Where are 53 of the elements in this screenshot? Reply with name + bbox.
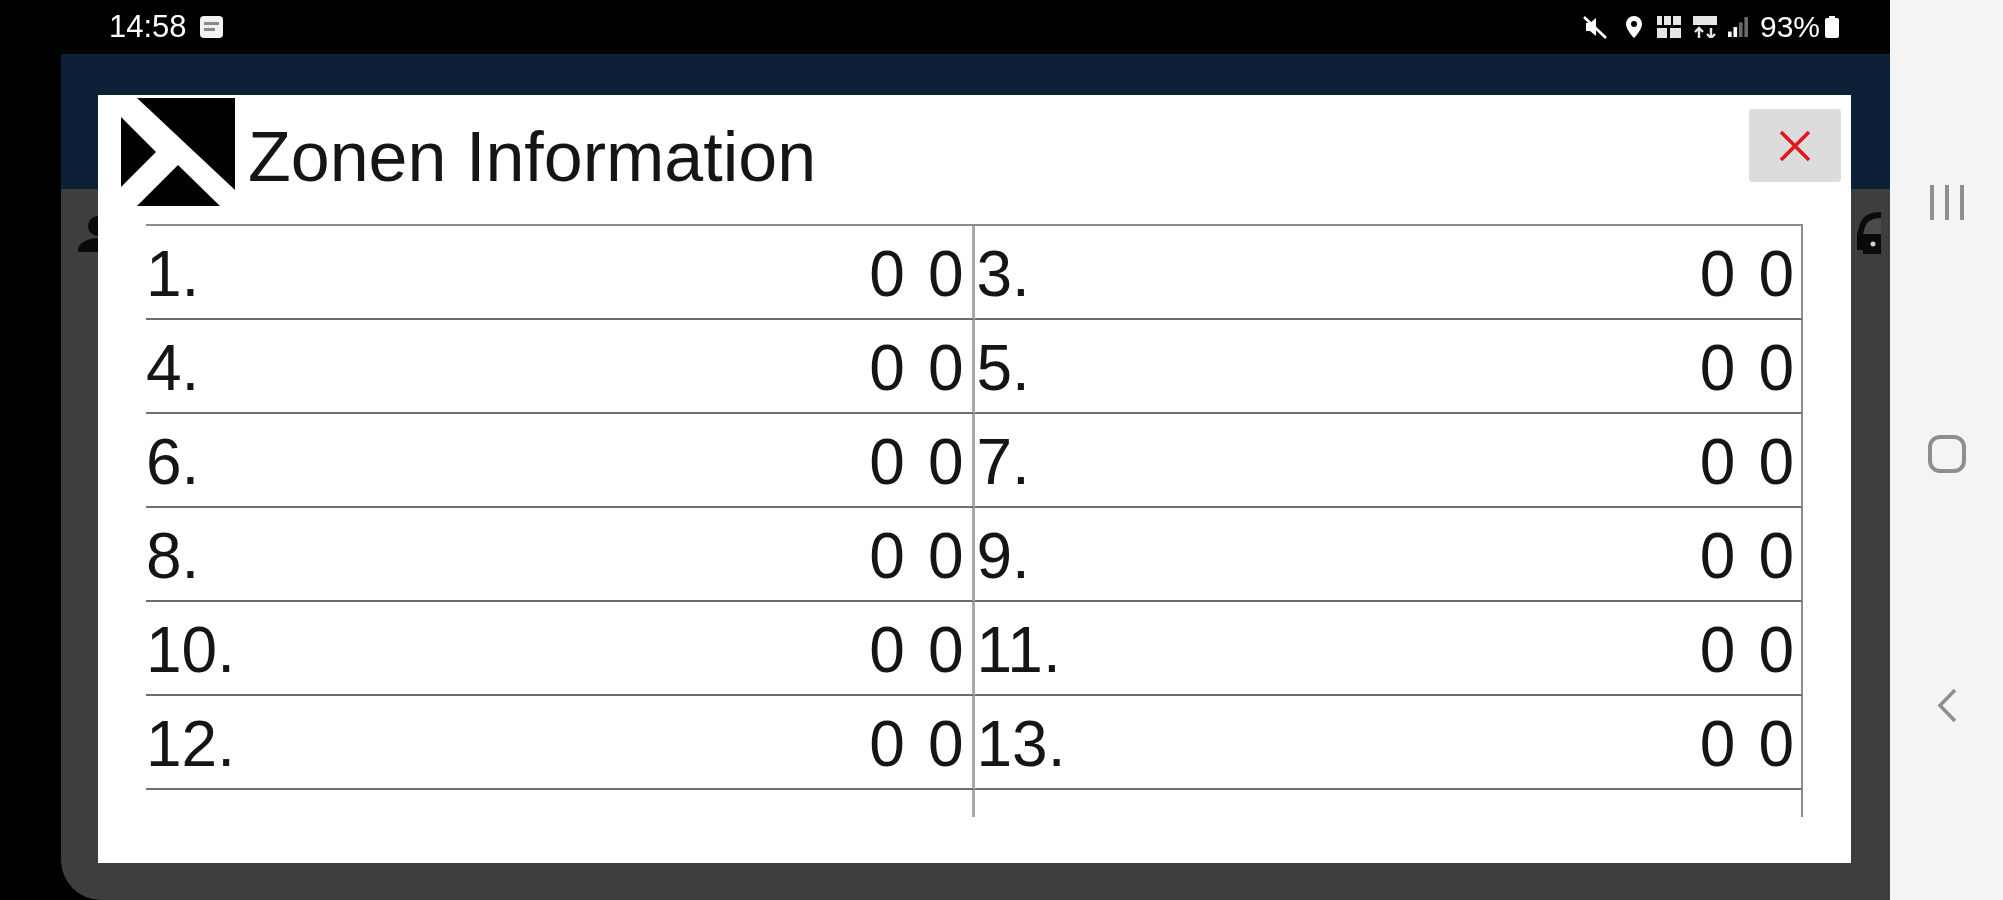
battery-percentage: 93% xyxy=(1759,10,1820,44)
zone-value: 0 xyxy=(1699,425,1736,500)
network-indicator-icon xyxy=(1656,16,1681,38)
zone-value: 0 xyxy=(869,519,905,594)
status-time: 14:58 xyxy=(109,9,187,45)
zone-value: 0 xyxy=(1758,237,1794,312)
zone-value: 0 xyxy=(869,707,905,782)
zone-value: 0 xyxy=(1758,331,1794,406)
zone-number: 5. xyxy=(976,331,1030,406)
zone-value: 0 xyxy=(927,331,964,406)
zone-number: 11. xyxy=(976,613,1061,688)
zone-value: 0 xyxy=(1699,331,1736,406)
zone-number: 13. xyxy=(976,707,1066,782)
zone-number: 10. xyxy=(146,613,235,688)
zone-value: 0 xyxy=(1699,519,1736,594)
zone-value: 0 xyxy=(1699,707,1736,782)
zone-value: 0 xyxy=(869,331,905,406)
zone-value: 0 xyxy=(927,237,964,312)
zone-value: 0 xyxy=(869,613,905,688)
mute-icon xyxy=(1582,15,1607,39)
home-icon[interactable] xyxy=(1927,435,1966,473)
zone-value: 0 xyxy=(1758,519,1794,594)
back-icon[interactable] xyxy=(1936,688,1957,723)
zone-number: 7. xyxy=(976,425,1030,500)
zone-number: 1. xyxy=(146,237,200,312)
zone-value: 0 xyxy=(1758,707,1794,782)
recent-apps-icon[interactable] xyxy=(1928,185,1965,220)
dialog-title: Zonen Information xyxy=(248,117,817,197)
location-icon xyxy=(1625,16,1642,38)
zone-value: 0 xyxy=(1699,613,1736,688)
battery-icon xyxy=(1825,16,1839,38)
car-icon xyxy=(1857,212,1881,254)
zone-number: 9. xyxy=(976,519,1030,594)
zone-value: 0 xyxy=(927,707,964,782)
zone-value: 0 xyxy=(869,425,905,500)
zone-value: 0 xyxy=(869,237,905,312)
close-icon xyxy=(1779,129,1811,162)
close-button[interactable] xyxy=(1749,109,1841,182)
zone-number: 12. xyxy=(146,707,235,782)
zone-value: 0 xyxy=(927,425,964,500)
zone-number: 8. xyxy=(146,519,200,594)
zone-number: 3. xyxy=(976,237,1030,312)
zone-number: 4. xyxy=(146,331,200,406)
zone-value: 0 xyxy=(1699,237,1736,312)
zone-value: 0 xyxy=(1758,613,1794,688)
zone-number: 6. xyxy=(146,425,200,500)
logo-icon xyxy=(121,98,235,206)
data-arrows-icon xyxy=(1692,16,1717,38)
zone-value: 0 xyxy=(927,519,964,594)
signal-icon xyxy=(1727,17,1748,37)
zone-value: 0 xyxy=(927,613,964,688)
message-icon xyxy=(199,16,223,38)
zone-value: 0 xyxy=(1758,425,1794,500)
